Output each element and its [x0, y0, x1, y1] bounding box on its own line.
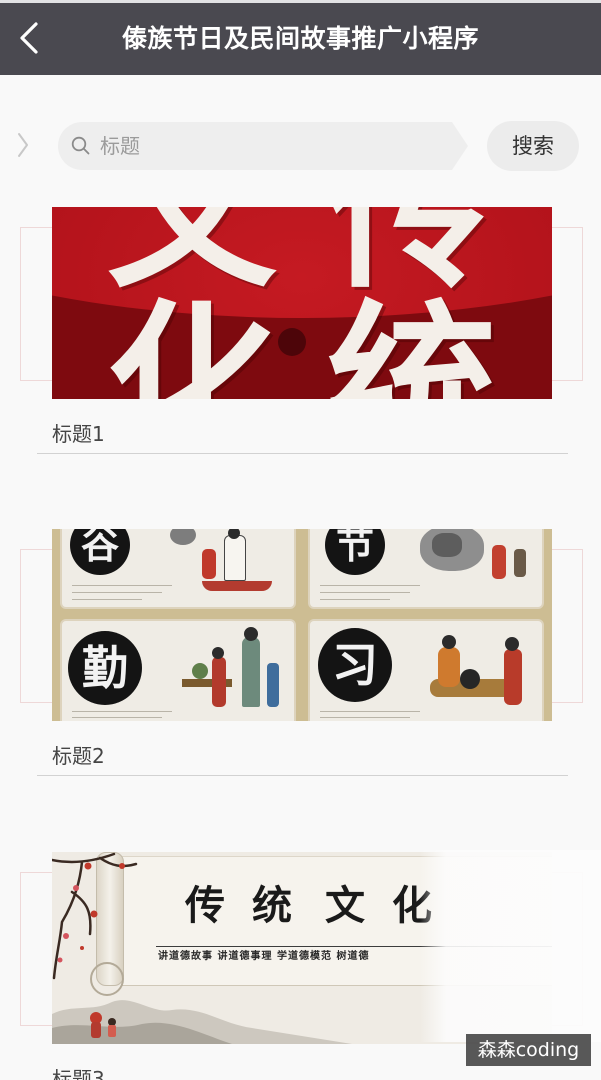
item-title[interactable]: 标题2 [52, 743, 105, 769]
painting-figure [244, 627, 258, 641]
panel-text-line [320, 592, 410, 593]
calligraphy-badge: 勤 [68, 631, 142, 705]
painting-figure [514, 549, 526, 577]
painting-figure [242, 637, 260, 707]
watermark: 森森coding [466, 1034, 591, 1066]
search-icon [71, 136, 90, 155]
divider [37, 775, 568, 776]
painting-figure [212, 657, 226, 707]
painting-figure [202, 549, 216, 579]
calligraphy-char: 统 [327, 284, 498, 399]
painting-figure [492, 545, 506, 579]
divider [37, 453, 568, 454]
chevron-right-icon[interactable] [16, 131, 30, 159]
plum-branch-graphic [52, 852, 138, 980]
scroll-subtext: 讲道德故事 讲道德事理 学道德模范 树道德 [158, 951, 370, 962]
image-dot [278, 328, 306, 356]
ink-landscape-graphic [52, 1000, 352, 1044]
item-title[interactable]: 标题1 [52, 421, 105, 447]
item-title[interactable]: 标题3 [52, 1066, 105, 1080]
card-image[interactable]: 传 统 文 化 讲道德故事 讲道德事理 学道德模范 树道德 [52, 852, 552, 1044]
scroll-heading-char: 统 [252, 882, 292, 929]
scroll-heading-char: 化 [392, 882, 432, 929]
painting-figure [432, 533, 462, 557]
panel-text-line [320, 599, 390, 600]
search-bar[interactable] [58, 122, 468, 170]
painting-figure [202, 581, 272, 591]
painting-figure [224, 535, 246, 581]
nav-header: 傣族节日及民间故事推广小程序 [0, 3, 601, 75]
card-image[interactable]: 文 传 化 统 [52, 207, 552, 399]
search-input[interactable] [100, 122, 440, 170]
panel-text-line [320, 585, 420, 586]
painting-figure [267, 663, 279, 707]
calligraphy-badge: 习 [318, 628, 392, 702]
chevron-left-icon[interactable] [14, 18, 46, 58]
scroll-heading-char: 文 [325, 882, 365, 929]
page-title: 傣族节日及民间故事推广小程序 [121, 24, 479, 53]
scroll-heading-char: 传 [185, 882, 225, 929]
search-button[interactable]: 搜索 [487, 121, 579, 171]
painting-figure [504, 649, 522, 705]
painting-figure [212, 647, 224, 659]
list-item[interactable]: 谷 节 勤 习 标题2 [0, 529, 601, 789]
painting-figure [192, 663, 208, 679]
panel-text-line [320, 717, 410, 718]
panel-text-line [72, 711, 172, 712]
painting-figure [438, 647, 460, 687]
panel-text-line [72, 717, 162, 718]
scroll-rule [156, 946, 552, 947]
card-image[interactable]: 谷 节 勤 习 [52, 529, 552, 721]
painting-figure [460, 669, 480, 689]
calligraphy-char: 化 [107, 284, 278, 399]
page: 傣族节日及民间故事推广小程序 搜索 文 传 化 统 标题1 [0, 0, 601, 1080]
panel-text-line [320, 711, 420, 712]
painting-figure [505, 637, 519, 651]
list-item[interactable]: 文 传 化 统 标题1 [0, 207, 601, 467]
panel-text-line [72, 585, 172, 586]
panel-text-line [72, 599, 142, 600]
painting-figure [442, 635, 456, 649]
panel-text-line [72, 592, 162, 593]
